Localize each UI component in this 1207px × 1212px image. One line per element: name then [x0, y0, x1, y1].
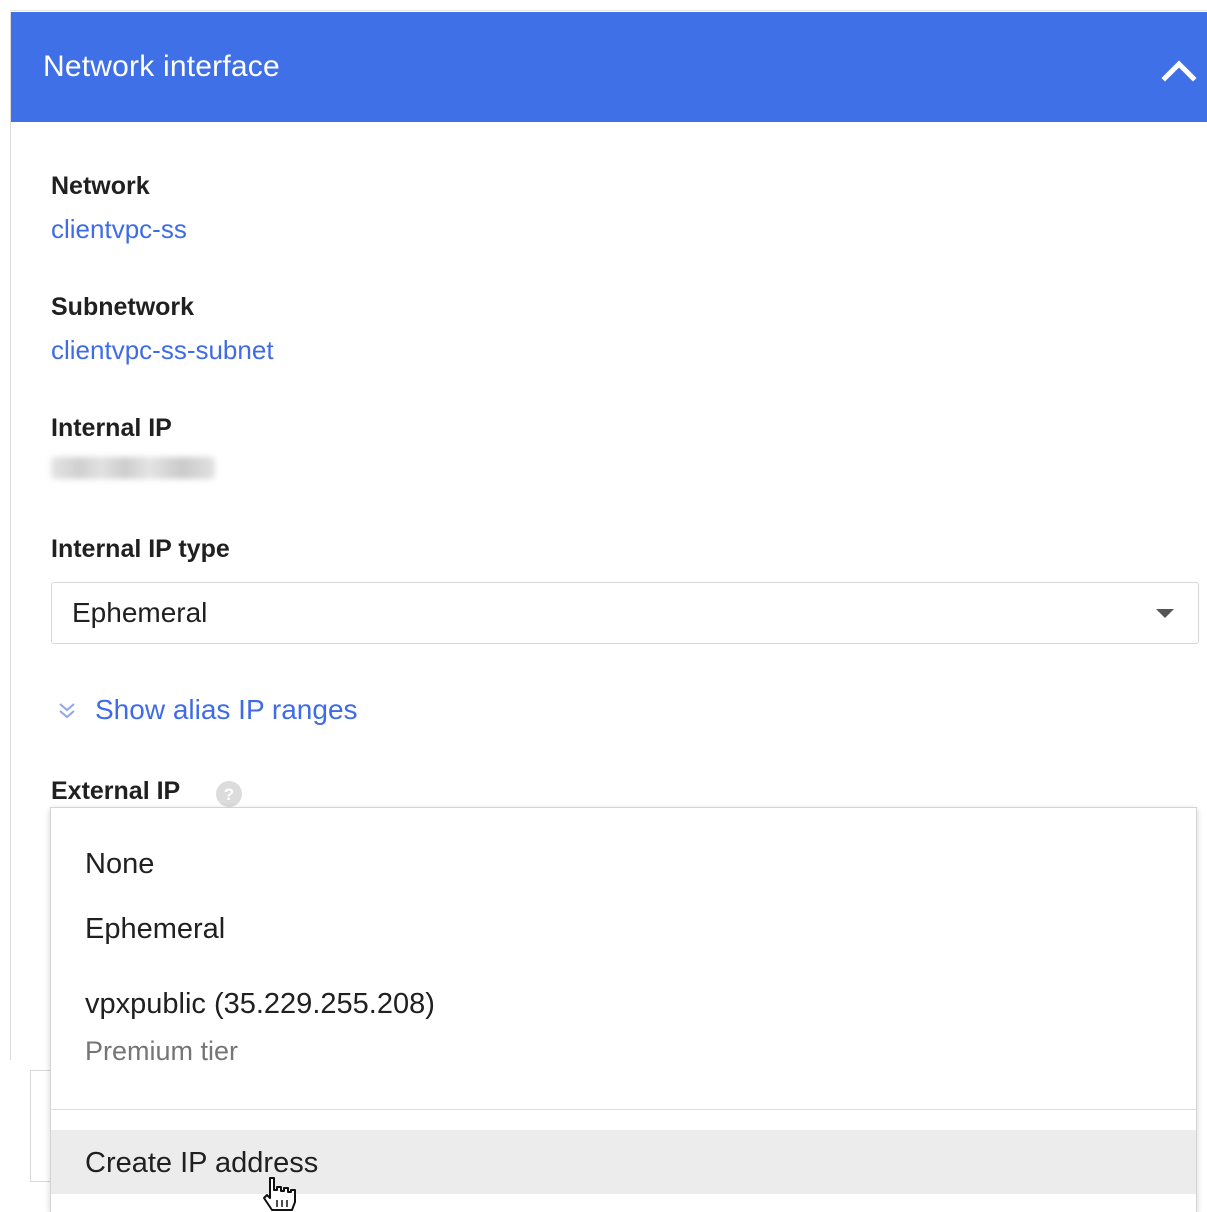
panel-header[interactable]: Network interface: [11, 12, 1207, 122]
subnetwork-link[interactable]: clientvpc-ss-subnet: [51, 335, 274, 366]
subnetwork-label: Subnetwork: [51, 293, 195, 321]
menu-option-label: Ephemeral: [85, 913, 226, 945]
menu-option-label: vpxpublic (35.229.255.208): [85, 988, 435, 1020]
help-icon[interactable]: ?: [215, 780, 243, 808]
menu-action-create-ip-address[interactable]: Create IP address: [51, 1130, 1196, 1194]
network-link[interactable]: clientvpc-ss: [51, 214, 187, 245]
double-chevron-down-icon: [59, 703, 75, 719]
internal-ip-type-value: Ephemeral: [72, 597, 208, 628]
internal-ip-type-select[interactable]: Ephemeral: [51, 582, 1199, 644]
menu-option-sublabel: Premium tier: [85, 1036, 239, 1066]
internal-ip-value-redacted: [51, 457, 215, 479]
internal-ip-label: Internal IP: [51, 414, 172, 442]
external-ip-label: External IP: [51, 777, 181, 805]
create-ip-address-label: Create IP address: [85, 1147, 319, 1179]
show-alias-ip-ranges-toggle[interactable]: Show alias IP ranges: [57, 692, 358, 728]
menu-option-label: None: [85, 848, 155, 880]
external-ip-dropdown-menu: None Ephemeral vpxpublic (35.229.255.208…: [50, 807, 1197, 1212]
svg-text:?: ?: [224, 785, 234, 804]
menu-option-ephemeral[interactable]: Ephemeral: [51, 893, 1196, 953]
underlying-card-edge: [30, 1070, 52, 1182]
network-label: Network: [51, 172, 150, 200]
menu-option-vpxpublic[interactable]: vpxpublic (35.229.255.208) Premium tier: [51, 968, 1196, 1078]
menu-divider: [51, 1109, 1196, 1110]
internal-ip-type-label: Internal IP type: [51, 535, 230, 563]
dropdown-arrow-icon: [1156, 609, 1174, 618]
panel-title: Network interface: [43, 50, 280, 83]
show-alias-ip-ranges-label: Show alias IP ranges: [95, 694, 358, 725]
collapse-button[interactable]: [1157, 48, 1201, 92]
menu-option-none[interactable]: None: [51, 828, 1196, 888]
chevron-up-icon: [1161, 60, 1197, 82]
page-top-divider: [10, 10, 1207, 11]
